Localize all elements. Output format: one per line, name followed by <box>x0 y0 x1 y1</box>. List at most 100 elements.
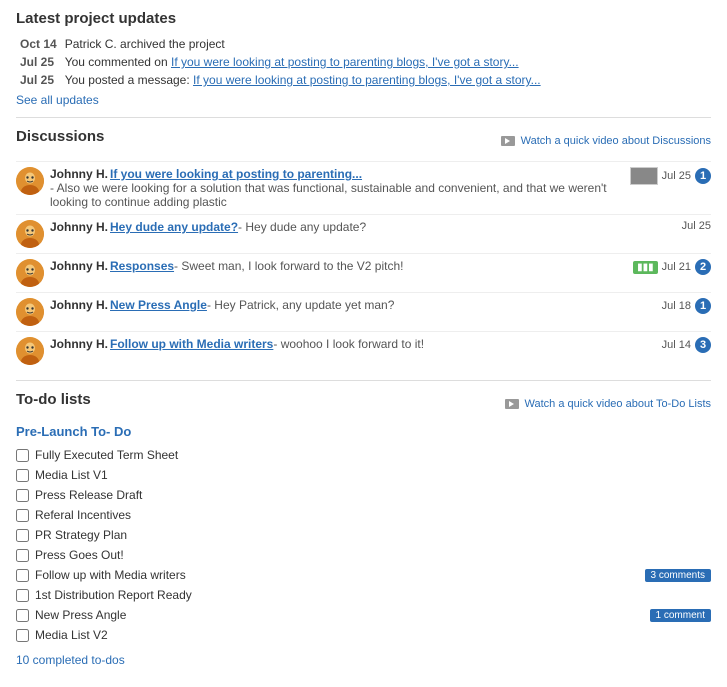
todo-checkbox[interactable] <box>16 529 29 542</box>
todo-item: Fully Executed Term Sheet <box>16 445 711 465</box>
todo-item: Media List V2 <box>16 625 711 645</box>
todo-item: PR Strategy Plan <box>16 525 711 545</box>
discussion-item: Johnny H. New Press Angle - Hey Patrick,… <box>16 292 711 331</box>
divider-1 <box>16 117 711 118</box>
discussions-section: Discussions Watch a quick video about Di… <box>16 128 711 370</box>
discussions-header: Discussions Watch a quick video about Di… <box>16 128 711 153</box>
todo-item: Press Goes Out! <box>16 545 711 565</box>
todo-video-link[interactable]: Watch a quick video about To-Do Lists <box>505 398 711 410</box>
todo-label: Press Goes Out! <box>35 548 711 562</box>
discussion-main: Johnny H. Hey dude any update? - Hey dud… <box>50 220 670 234</box>
discussion-item: Johnny H. If you were looking at posting… <box>16 161 711 214</box>
todo-section: To-do lists Watch a quick video about To… <box>16 391 711 667</box>
discussion-date: Jul 21 <box>662 261 691 273</box>
discussion-preview: - Hey Patrick, any update yet man? <box>207 298 394 312</box>
discussion-count-badge: 1 <box>695 168 711 184</box>
discussion-count-badge: 1 <box>695 298 711 314</box>
todo-label: Media List V2 <box>35 628 711 642</box>
todo-label: Follow up with Media writers <box>35 568 635 582</box>
todo-label: New Press Angle <box>35 608 640 622</box>
see-all-updates-link[interactable]: See all updates <box>16 93 99 107</box>
discussion-main: Johnny H. If you were looking at posting… <box>50 167 618 209</box>
discussion-subject-link[interactable]: Responses <box>110 259 174 273</box>
todo-checkbox[interactable] <box>16 569 29 582</box>
discussion-meta: Jul 14 3 <box>662 337 711 353</box>
todo-video-icon <box>505 399 519 409</box>
discussion-user: Johnny H. <box>50 337 108 351</box>
discussion-meta: Jul 25 <box>682 220 711 232</box>
discussion-preview: - Hey dude any update? <box>238 220 366 234</box>
discussion-preview: - Also we were looking for a solution th… <box>50 181 618 209</box>
discussion-user: Johnny H. <box>50 259 108 273</box>
todo-checkbox[interactable] <box>16 609 29 622</box>
update-date: Oct 14 <box>16 35 61 53</box>
discussion-main: Johnny H. Responses - Sweet man, I look … <box>50 259 621 273</box>
avatar <box>16 298 44 326</box>
avatar <box>16 167 44 195</box>
discussion-date: Jul 25 <box>682 220 711 232</box>
todo-item: New Press Angle1 comment <box>16 605 711 625</box>
discussion-main: Johnny H. Follow up with Media writers -… <box>50 337 650 351</box>
update-text: You commented on If you were looking at … <box>61 53 711 71</box>
todo-label: 1st Distribution Report Ready <box>35 588 711 602</box>
discussion-date: Jul 25 <box>662 170 691 182</box>
update-date: Jul 25 <box>16 71 61 89</box>
todo-checkbox[interactable] <box>16 469 29 482</box>
discussions-list: Johnny H. If you were looking at posting… <box>16 161 711 370</box>
updates-title: Latest project updates <box>16 10 711 27</box>
green-badge: ▮▮▮ <box>633 261 658 274</box>
discussion-subject-link[interactable]: If you were looking at posting to parent… <box>110 167 362 181</box>
todo-items-list: Fully Executed Term Sheet Media List V1 Pr… <box>16 445 711 645</box>
discussion-thumbnail <box>630 167 658 185</box>
completed-todos-link[interactable]: 10 completed to-dos <box>16 653 125 667</box>
todo-checkbox[interactable] <box>16 489 29 502</box>
todo-header: To-do lists Watch a quick video about To… <box>16 391 711 416</box>
discussions-title: Discussions <box>16 128 104 145</box>
discussion-date: Jul 14 <box>662 339 691 351</box>
discussion-subject-link[interactable]: Hey dude any update? <box>110 220 238 234</box>
avatar <box>16 259 44 287</box>
discussions-video-link[interactable]: Watch a quick video about Discussions <box>501 135 711 147</box>
discussion-meta: ▮▮▮ Jul 21 2 <box>633 259 711 275</box>
avatar <box>16 220 44 248</box>
discussion-meta: Jul 25 1 <box>630 167 711 185</box>
discussion-main: Johnny H. New Press Angle - Hey Patrick,… <box>50 298 650 312</box>
update-link[interactable]: If you were looking at posting to parent… <box>171 55 519 69</box>
update-row: Jul 25You posted a message: If you were … <box>16 71 711 89</box>
todo-checkbox[interactable] <box>16 449 29 462</box>
discussion-item: Johnny H. Follow up with Media writers -… <box>16 331 711 370</box>
todo-list-title-link[interactable]: Pre-Launch To- Do <box>16 424 131 439</box>
todo-label: Media List V1 <box>35 468 711 482</box>
todo-checkbox[interactable] <box>16 629 29 642</box>
updates-section: Latest project updates Oct 14Patrick C. … <box>16 10 711 107</box>
discussion-meta: Jul 18 1 <box>662 298 711 314</box>
discussion-date: Jul 18 <box>662 300 691 312</box>
todo-item: Press Release Draft <box>16 485 711 505</box>
discussion-subject-link[interactable]: New Press Angle <box>110 298 207 312</box>
avatar <box>16 337 44 365</box>
todo-checkbox[interactable] <box>16 509 29 522</box>
update-row: Jul 25You commented on If you were looki… <box>16 53 711 71</box>
discussion-preview: - Sweet man, I look forward to the V2 pi… <box>174 259 403 273</box>
todo-label: Fully Executed Term Sheet <box>35 448 711 462</box>
todo-item: 1st Distribution Report Ready <box>16 585 711 605</box>
discussion-count-badge: 2 <box>695 259 711 275</box>
discussion-subject-link[interactable]: Follow up with Media writers <box>110 337 273 351</box>
update-link[interactable]: If you were looking at posting to parent… <box>193 73 541 87</box>
todo-checkbox[interactable] <box>16 549 29 562</box>
todo-item: Media List V1 <box>16 465 711 485</box>
discussion-user: Johnny H. <box>50 220 108 234</box>
discussion-item: Johnny H. Responses - Sweet man, I look … <box>16 253 711 292</box>
todo-label: Press Release Draft <box>35 488 711 502</box>
todo-title: To-do lists <box>16 391 91 408</box>
update-text: Patrick C. archived the project <box>61 35 711 53</box>
video-icon <box>501 136 515 146</box>
todo-checkbox[interactable] <box>16 589 29 602</box>
update-text: You posted a message: If you were lookin… <box>61 71 711 89</box>
discussion-user: Johnny H. <box>50 167 108 181</box>
discussion-count-badge: 3 <box>695 337 711 353</box>
updates-table: Oct 14Patrick C. archived the projectJul… <box>16 35 711 89</box>
discussion-preview: - woohoo I look forward to it! <box>273 337 424 351</box>
discussion-item: Johnny H. Hey dude any update? - Hey dud… <box>16 214 711 253</box>
divider-2 <box>16 380 711 381</box>
